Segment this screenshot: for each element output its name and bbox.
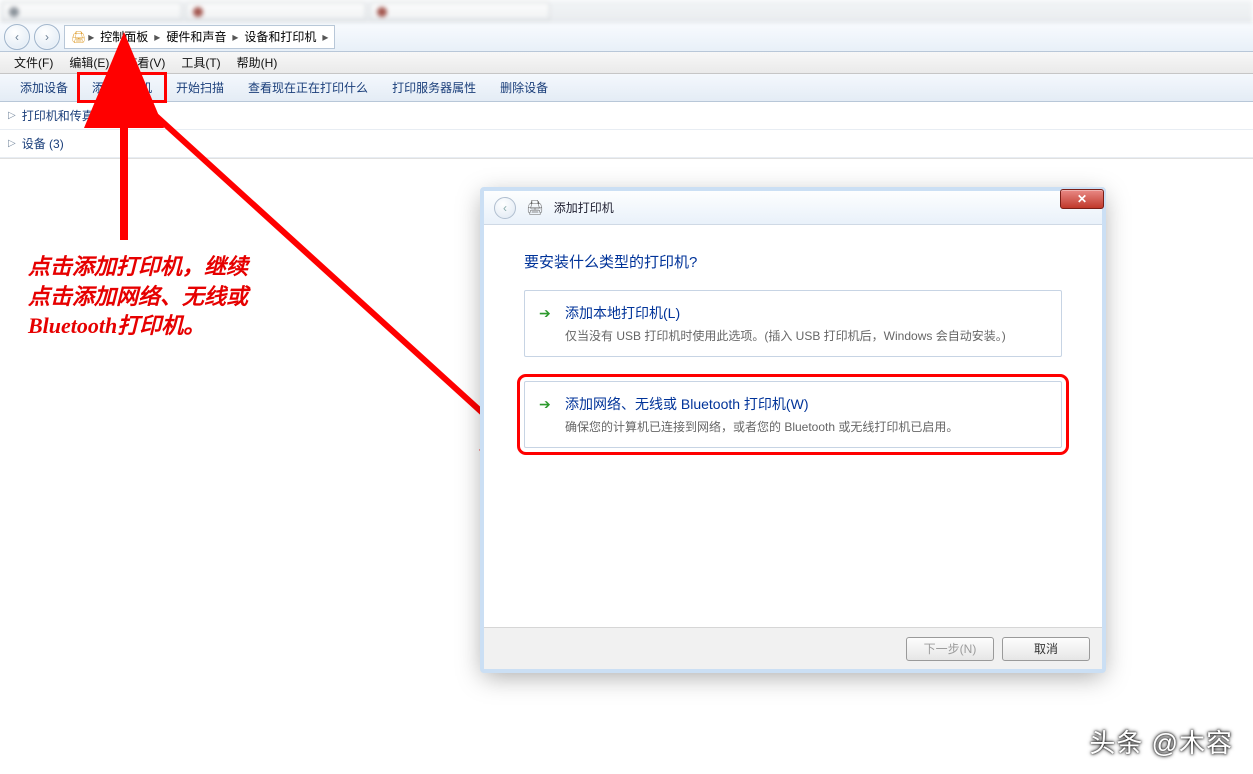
back-button[interactable]: ‹: [4, 24, 30, 50]
dialog-body: 要安装什么类型的打印机? ➔ 添加本地打印机(L) 仅当没有 USB 打印机时使…: [484, 225, 1102, 448]
cancel-button[interactable]: 取消: [1002, 637, 1090, 661]
dialog-titlebar: ‹ 🖨 添加打印机: [484, 191, 1102, 225]
chevron-right-icon: ▸: [88, 30, 94, 44]
group-printers-fax[interactable]: ▷ 打印机和传真 ( ): [0, 102, 1253, 130]
option-add-local-printer[interactable]: ➔ 添加本地打印机(L) 仅当没有 USB 打印机时使用此选项。(插入 USB …: [524, 290, 1062, 357]
dialog-heading: 要安装什么类型的打印机?: [524, 251, 1062, 272]
add-printer-dialog: ✕ ‹ 🖨 添加打印机 要安装什么类型的打印机? ➔ 添加本地打印机(L) 仅当…: [483, 190, 1103, 670]
chevron-right-icon: ▷: [8, 110, 16, 121]
content-pane: ▷ 打印机和传真 ( ) ▷ 设备 (3): [0, 102, 1253, 159]
chevron-right-icon: ▸: [322, 30, 328, 44]
breadcrumb[interactable]: 🖨 ▸ 控制面板 ▸ 硬件和声音 ▸ 设备和打印机 ▸: [64, 25, 335, 49]
arrow-right-icon: ➔: [539, 305, 551, 322]
option-desc: 确保您的计算机已连接到网络，或者您的 Bluetooth 或无线打印机已启用。: [565, 418, 1045, 435]
tool-print-server-props[interactable]: 打印服务器属性: [380, 75, 488, 100]
chevron-right-icon: ▷: [8, 138, 16, 149]
close-button[interactable]: ✕: [1060, 189, 1104, 209]
chevron-right-icon: ▸: [154, 30, 160, 44]
group-label: 打印机和传真 ( ): [22, 107, 109, 124]
annotation-text: 点击添加打印机，继续 点击添加网络、无线或 Bluetooth打印机。: [28, 252, 248, 341]
menu-file[interactable]: 文件(F): [6, 52, 61, 73]
option-title: 添加网络、无线或 Bluetooth 打印机(W): [565, 394, 1045, 414]
bg-tab: [370, 2, 550, 20]
menu-bar: 文件(F) 编辑(E) 查看(V) 工具(T) 帮助(H): [0, 52, 1253, 74]
group-devices[interactable]: ▷ 设备 (3): [0, 130, 1253, 158]
forward-button[interactable]: ›: [34, 24, 60, 50]
toolbar: 添加设备 添加打印机 开始扫描 查看现在正在打印什么 打印服务器属性 删除设备: [0, 74, 1253, 102]
tool-delete-device[interactable]: 删除设备: [488, 75, 560, 100]
option-title: 添加本地打印机(L): [565, 303, 1045, 323]
watermark: 头条 @木容: [1089, 723, 1233, 760]
crumb-control-panel[interactable]: 控制面板: [96, 28, 152, 45]
menu-help[interactable]: 帮助(H): [229, 52, 286, 73]
crumb-devices-printers[interactable]: 设备和打印机: [240, 28, 320, 45]
menu-tools[interactable]: 工具(T): [173, 52, 228, 73]
arrow-right-icon: ➔: [539, 396, 551, 413]
menu-view[interactable]: 查看(V): [117, 52, 173, 73]
bg-tab: [186, 2, 366, 20]
bg-tab: [2, 2, 182, 20]
crumb-hardware-sound[interactable]: 硬件和声音: [162, 28, 230, 45]
next-button[interactable]: 下一步(N): [906, 637, 994, 661]
background-tabs: [0, 0, 1253, 22]
tool-add-printer[interactable]: 添加打印机: [80, 75, 164, 100]
dialog-buttons: 下一步(N) 取消: [484, 627, 1102, 669]
tool-start-scan[interactable]: 开始扫描: [164, 75, 236, 100]
group-label: 设备 (3): [22, 135, 64, 152]
tool-see-printing[interactable]: 查看现在正在打印什么: [236, 75, 380, 100]
dialog-title: 添加打印机: [554, 199, 614, 216]
option-desc: 仅当没有 USB 打印机时使用此选项。(插入 USB 打印机后，Windows …: [565, 327, 1045, 344]
folder-icon: 🖨: [71, 30, 86, 44]
tool-add-device[interactable]: 添加设备: [8, 75, 80, 100]
dialog-back-button[interactable]: ‹: [494, 197, 516, 219]
option-add-network-printer[interactable]: ➔ 添加网络、无线或 Bluetooth 打印机(W) 确保您的计算机已连接到网…: [524, 381, 1062, 448]
chevron-right-icon: ▸: [232, 30, 238, 44]
explorer-nav: ‹ › 🖨 ▸ 控制面板 ▸ 硬件和声音 ▸ 设备和打印机 ▸: [0, 22, 1253, 52]
printer-icon: 🖨: [526, 199, 544, 216]
menu-edit[interactable]: 编辑(E): [61, 52, 117, 73]
